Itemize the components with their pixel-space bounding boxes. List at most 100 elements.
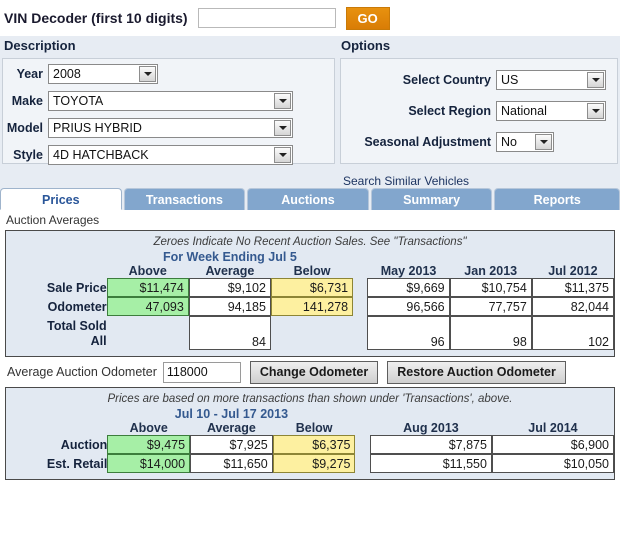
column-header-above: Above xyxy=(128,264,167,278)
est-retail-aug-2013: $11,550 xyxy=(369,454,492,473)
description-section-title: Description xyxy=(4,38,76,53)
model-label: Model xyxy=(6,121,43,135)
go-button[interactable]: GO xyxy=(345,6,390,30)
total-sold-jul-2012: 102 xyxy=(531,316,614,350)
prices-column-header-average: Average xyxy=(206,421,256,435)
country-value: US xyxy=(501,73,519,87)
total-sold-below xyxy=(271,316,353,350)
column-header-jul-2012: Jul 2012 xyxy=(548,264,598,278)
year-select[interactable]: 2008 xyxy=(48,64,158,84)
average-auction-odometer-label: Average Auction Odometer xyxy=(7,365,157,379)
vin-input[interactable] xyxy=(197,8,336,28)
auction-average: $7,925 xyxy=(190,435,273,454)
seasonal-adjustment-value: No xyxy=(501,135,517,149)
table-row: Est. Retail $14,000 $11,650 $9,275 $11,5… xyxy=(6,454,614,473)
table-row: Odometer 47,093 94,185 141,278 96,566 77… xyxy=(6,297,614,316)
auction-averages-header-row: Above Average Below May 2013 Jan 2013 Ju… xyxy=(6,264,614,278)
column-header-may-2013: May 2013 xyxy=(380,264,437,278)
auction-aug-2013: $7,875 xyxy=(369,435,492,454)
total-sold-average: 84 xyxy=(188,316,271,350)
change-odometer-button[interactable]: Change Odometer xyxy=(249,360,379,384)
prices-box: Prices are based on more transactions th… xyxy=(5,387,615,480)
est-retail-average: $11,650 xyxy=(190,454,273,473)
seasonal-adjustment-select[interactable]: No xyxy=(496,132,554,152)
auction-below: $6,375 xyxy=(272,435,356,454)
field-row-make: Make TOYOTA xyxy=(3,89,334,113)
country-select[interactable]: US xyxy=(496,70,606,90)
prices-tab-content: Auction Averages Zeroes Indicate No Rece… xyxy=(0,210,620,480)
chevron-down-icon xyxy=(535,134,552,150)
field-row-country: Select Country US xyxy=(341,68,617,92)
est-retail-jul-2014: $10,050 xyxy=(491,454,614,473)
prices-period: Jul 10 - Jul 17 2013 xyxy=(174,407,289,421)
odometer-may-2013: 96,566 xyxy=(367,297,450,316)
sale-price-below: $6,731 xyxy=(270,278,354,297)
restore-auction-odometer-button[interactable]: Restore Auction Odometer xyxy=(387,360,566,384)
style-label: Style xyxy=(13,148,43,162)
model-value: PRIUS HYBRID xyxy=(53,121,142,135)
vin-decoder-label: VIN Decoder (first 10 digits) xyxy=(4,10,188,26)
row-label-sale-price: Sale Price xyxy=(46,280,107,295)
average-auction-odometer-input[interactable] xyxy=(162,361,241,383)
chevron-down-icon xyxy=(587,72,604,88)
sale-price-may-2013: $9,669 xyxy=(367,278,450,297)
tab-bar: Prices Transactions Auctions Summary Rep… xyxy=(0,187,620,210)
region-value: National xyxy=(501,104,547,118)
vin-decoder-bar: VIN Decoder (first 10 digits) GO xyxy=(0,0,620,36)
odometer-jan-2013: 77,757 xyxy=(449,297,532,316)
table-row: Total Sold All 84 96 98 102 xyxy=(6,316,614,350)
column-header-average: Average xyxy=(205,264,255,278)
make-value: TOYOTA xyxy=(53,94,104,108)
style-select[interactable]: 4D HATCHBACK xyxy=(48,145,293,165)
table-row: Sale Price $11,474 $9,102 $6,731 $9,669 … xyxy=(6,278,614,297)
total-sold-jan-2013: 98 xyxy=(449,316,532,350)
prices-column-header-below: Below xyxy=(295,421,333,435)
table-row: Auction $9,475 $7,925 $6,375 $7,875 $6,9… xyxy=(6,435,614,454)
options-panel: Select Country US Select Region National… xyxy=(340,58,618,164)
sale-price-jan-2013: $10,754 xyxy=(449,278,532,297)
make-select[interactable]: TOYOTA xyxy=(48,91,293,111)
column-header-jan-2013: Jan 2013 xyxy=(464,264,518,278)
model-select[interactable]: PRIUS HYBRID xyxy=(48,118,293,138)
panels-region: Year 2008 Make TOYOTA Model PRIUS HYBRID… xyxy=(0,58,620,174)
auction-averages-caption: Auction Averages xyxy=(6,213,100,227)
prices-table: Jul 10 - Jul 17 2013 Above Average Below… xyxy=(6,407,614,479)
auction-above: $9,475 xyxy=(107,435,191,454)
field-row-style: Style 4D HATCHBACK xyxy=(3,143,334,167)
sale-price-above: $11,474 xyxy=(106,278,189,297)
tab-transactions[interactable]: Transactions xyxy=(123,188,246,210)
odometer-average: 94,185 xyxy=(188,297,271,316)
tab-prices[interactable]: Prices xyxy=(0,188,122,210)
chevron-down-icon xyxy=(274,93,291,109)
auction-averages-note: Zeroes Indicate No Recent Auction Sales.… xyxy=(153,236,467,248)
auction-averages-period-row: For Week Ending Jul 5 xyxy=(6,250,614,264)
select-country-label: Select Country xyxy=(402,73,491,87)
region-select[interactable]: National xyxy=(496,101,606,121)
tabs-area: Search Similar Vehicles Prices Transacti… xyxy=(0,174,620,210)
odometer-below: 141,278 xyxy=(270,297,354,316)
sale-price-jul-2012: $11,375 xyxy=(531,278,614,297)
total-sold-above xyxy=(107,316,189,350)
row-label-est-retail: Est. Retail xyxy=(46,456,108,471)
chevron-down-icon xyxy=(587,103,604,119)
chevron-down-icon xyxy=(274,120,291,136)
auction-jul-2014: $6,900 xyxy=(491,435,614,454)
options-section-title: Options xyxy=(341,38,391,53)
section-header-band: Description Options xyxy=(0,36,620,58)
est-retail-above: $14,000 xyxy=(107,454,191,473)
row-label-total-sold: Total Sold All xyxy=(6,316,107,350)
tab-reports[interactable]: Reports xyxy=(494,188,620,210)
odometer-controls: Average Auction Odometer Change Odometer… xyxy=(0,357,620,387)
seasonal-adjustment-label: Seasonal Adjustment xyxy=(364,135,491,149)
odometer-jul-2012: 82,044 xyxy=(531,297,614,316)
search-similar-vehicles-link[interactable]: Search Similar Vehicles xyxy=(343,174,469,188)
auction-averages-table: For Week Ending Jul 5 Above Average Belo… xyxy=(6,250,614,356)
prices-column-header-aug-2013: Aug 2013 xyxy=(403,421,459,435)
prices-column-header-jul-2014: Jul 2014 xyxy=(528,421,578,435)
est-retail-below: $9,275 xyxy=(272,454,356,473)
tab-summary[interactable]: Summary xyxy=(370,188,493,210)
total-sold-line2: All xyxy=(90,334,107,348)
make-label: Make xyxy=(11,94,43,108)
description-panel: Year 2008 Make TOYOTA Model PRIUS HYBRID… xyxy=(2,58,335,167)
tab-auctions[interactable]: Auctions xyxy=(247,188,369,210)
